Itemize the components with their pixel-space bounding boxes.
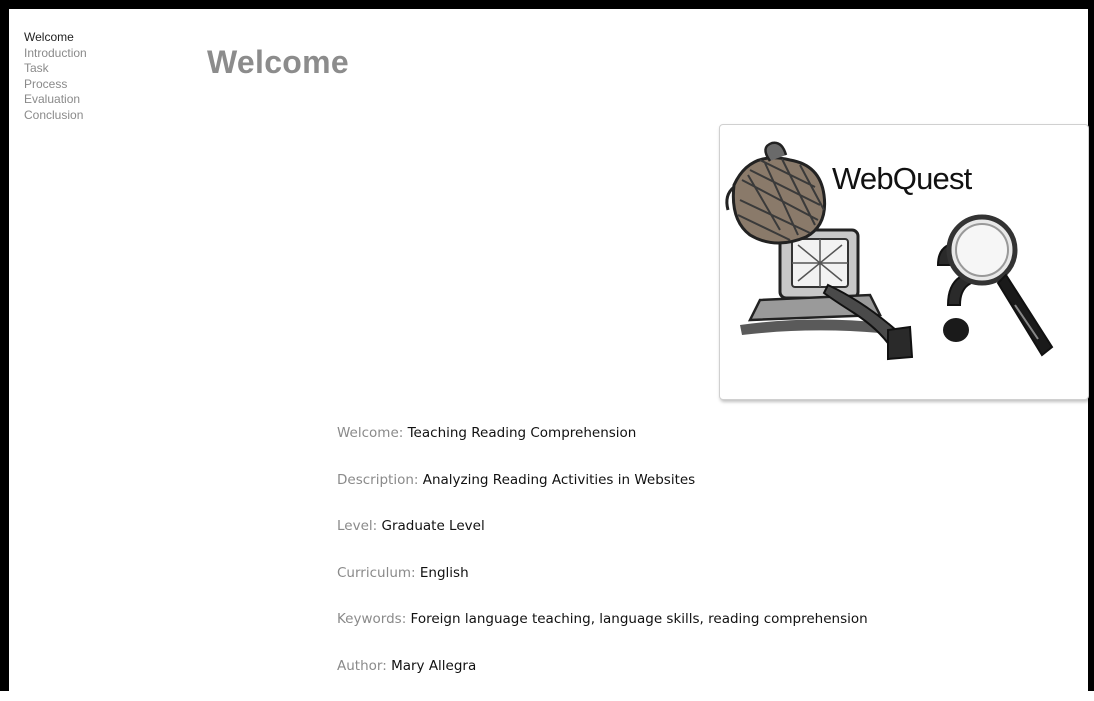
nav-item-process[interactable]: Process <box>24 77 87 93</box>
info-label: Description: <box>337 471 419 488</box>
info-value: Teaching Reading Comprehension <box>407 425 637 441</box>
detective-hat-icon <box>725 141 827 245</box>
info-row-author: Author: Mary Allegra <box>337 655 868 678</box>
info-row-keywords: Keywords: Foreign language teaching, lan… <box>337 608 868 631</box>
side-navigation: Welcome Introduction Task Process Evalua… <box>24 30 87 123</box>
page-frame: Welcome Introduction Task Process Evalua… <box>0 0 1094 691</box>
info-label: Welcome: <box>337 425 404 441</box>
info-label: Keywords: <box>337 611 407 627</box>
webquest-info-list: Welcome: Teaching Reading Comprehension … <box>337 422 868 701</box>
nav-item-conclusion[interactable]: Conclusion <box>24 108 87 124</box>
info-value: Mary Allegra <box>391 657 477 674</box>
info-row-level: Level: Graduate Level <box>337 515 868 538</box>
info-value: English <box>419 564 469 581</box>
info-value: Foreign language teaching, language skil… <box>410 611 868 627</box>
webquest-logo-text: WebQuest <box>832 161 972 196</box>
info-row-description: Description: Analyzing Reading Activitie… <box>337 469 868 492</box>
nav-item-introduction[interactable]: Introduction <box>24 46 87 62</box>
webquest-logo-card: WebQuest <box>719 124 1089 400</box>
info-value: Graduate Level <box>381 518 485 534</box>
info-row-curriculum: Curriculum: English <box>337 562 868 585</box>
page-title: Welcome <box>207 44 350 80</box>
info-label: Level: <box>337 518 378 534</box>
info-label: Curriculum: <box>337 564 416 581</box>
info-label: Author: <box>337 657 387 674</box>
info-value: Analyzing Reading Activities in Websites <box>422 471 696 488</box>
info-row-welcome: Welcome: Teaching Reading Comprehension <box>337 422 868 445</box>
nav-item-task[interactable]: Task <box>24 61 87 77</box>
nav-item-evaluation[interactable]: Evaluation <box>24 92 87 108</box>
nav-item-welcome[interactable]: Welcome <box>24 30 87 46</box>
